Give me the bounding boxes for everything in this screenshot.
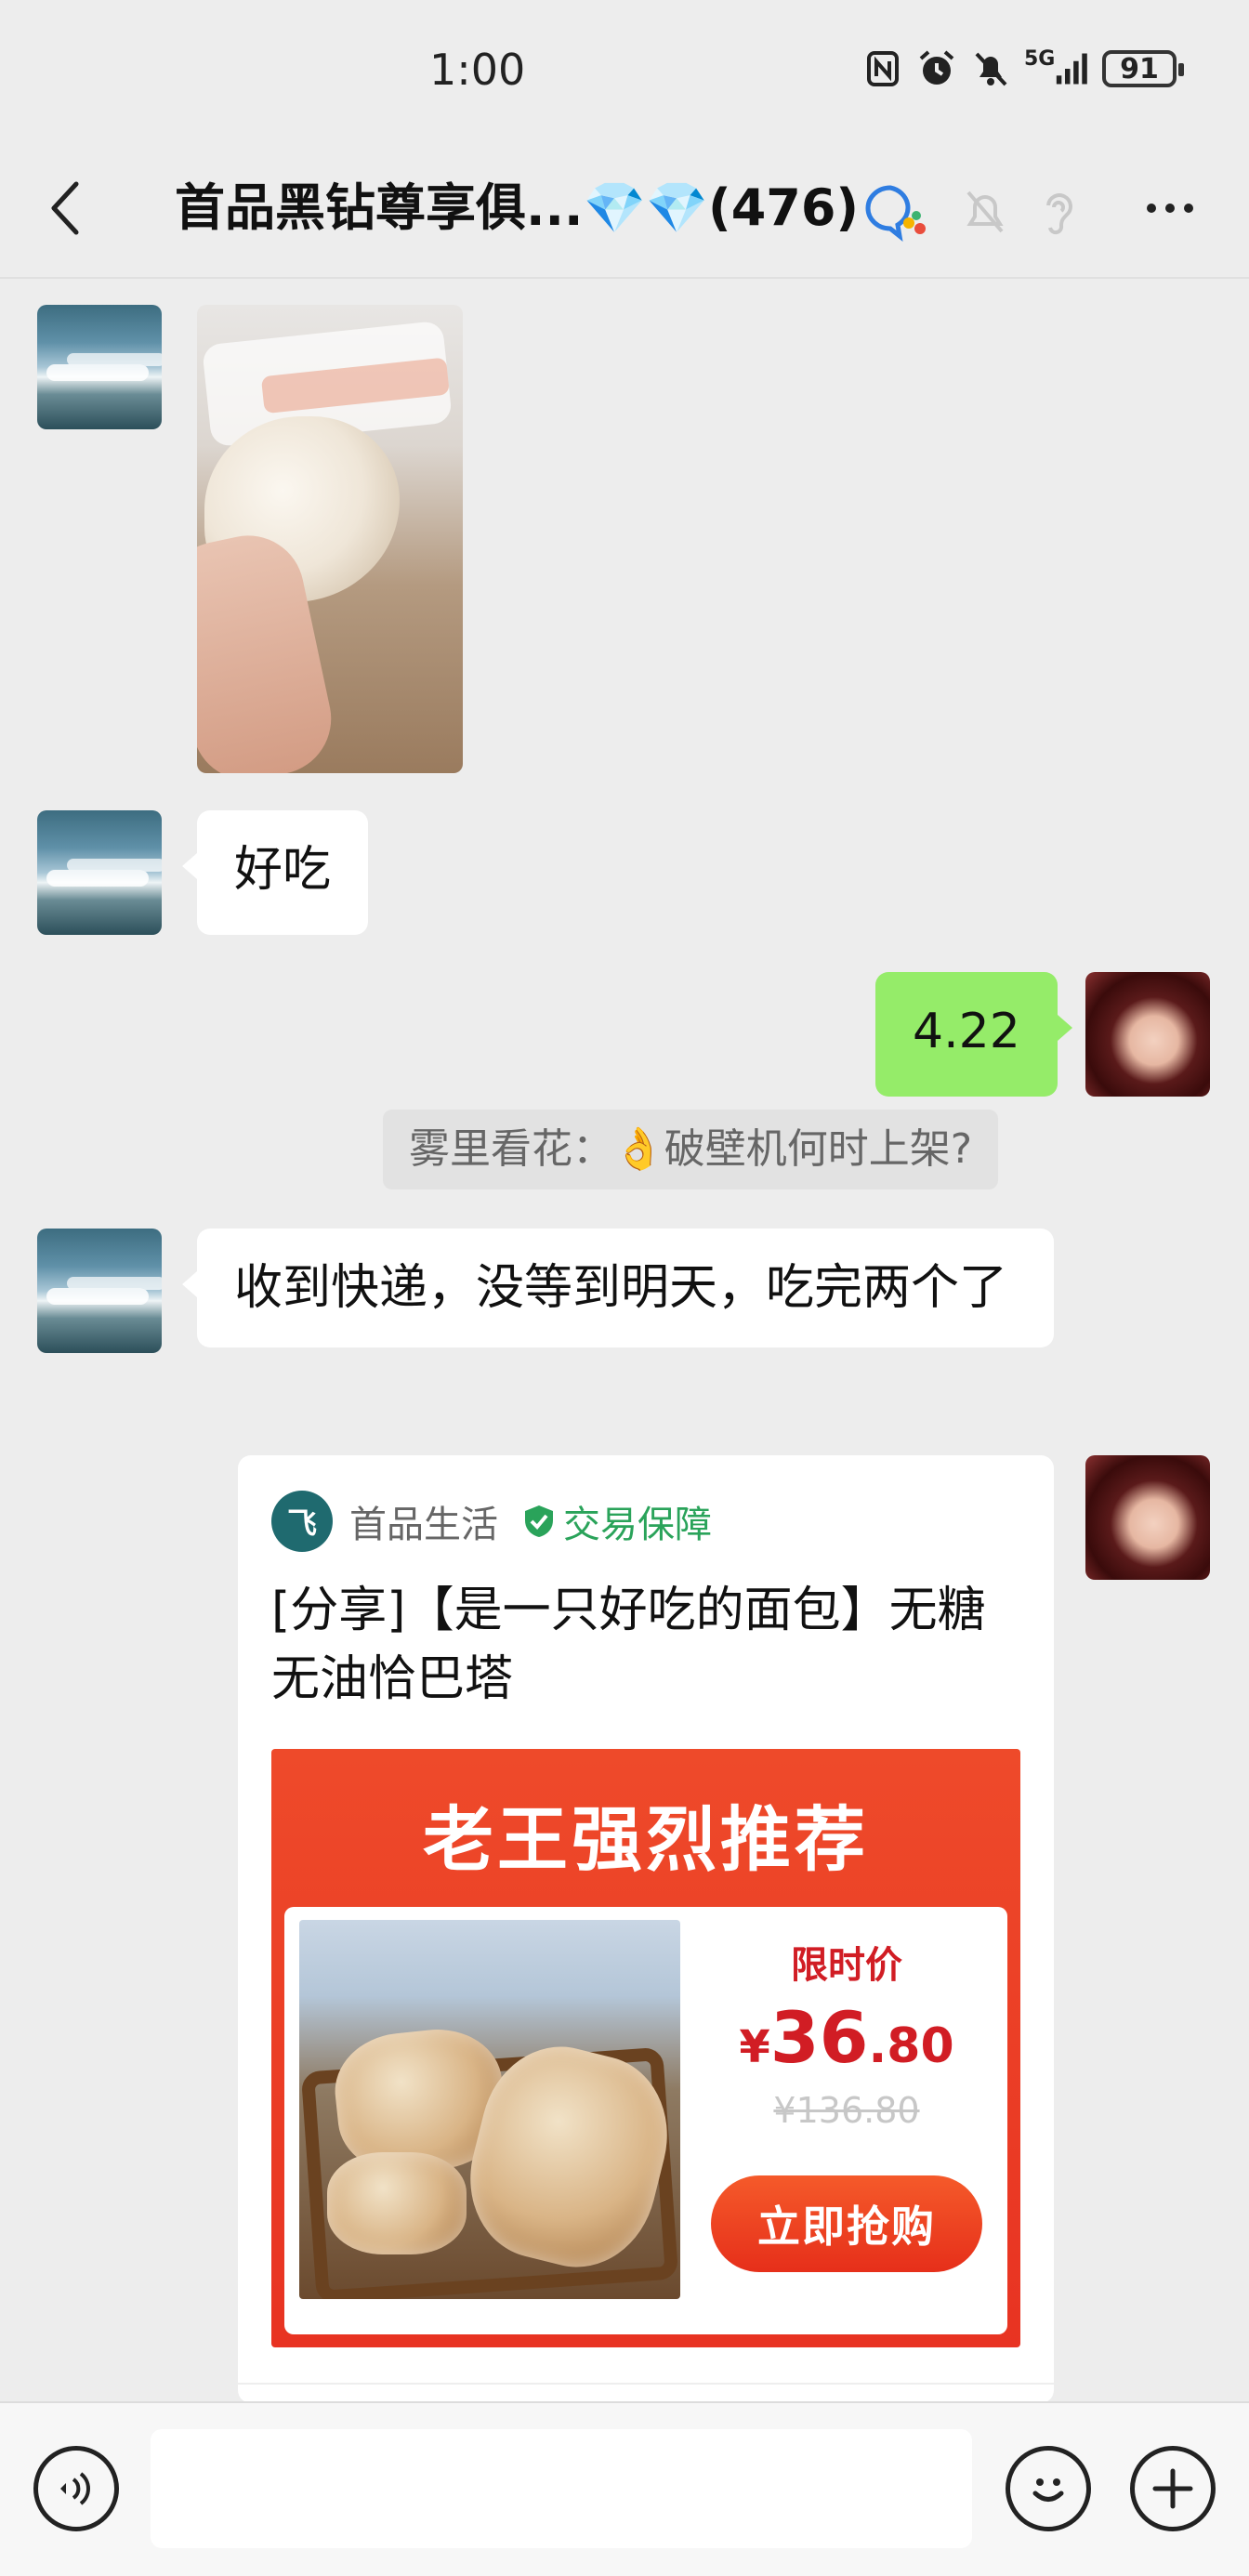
emoji-button[interactable] [1006,2446,1091,2531]
shield-check-icon [525,1505,553,1537]
card-divider [238,2383,1054,2385]
avatar-self[interactable] [1085,972,1210,1097]
mute-bell-icon [966,191,1004,233]
chat-header: 首品黑钻尊享俱...💎💎(476) [0,139,1249,279]
price-currency: ¥ [739,2021,770,2073]
status-time: 1:00 [429,45,526,95]
back-arrow-icon [51,181,79,235]
input-bar [0,2401,1249,2576]
limited-price-label: 限时价 [791,1944,902,1987]
avatar-member[interactable] [37,305,162,429]
product-image [299,1920,680,2299]
price-column: 限时价 ¥36.80 ¥136.80 立即抢购 [693,1925,1000,2272]
voice-icon [60,2472,90,2505]
card-source: 飞 首品生活 交易保障 [271,1491,712,1552]
member-count: (476) [708,178,860,237]
status-bar: 1:00 5G 91 [0,0,1249,139]
avatar-member[interactable] [37,810,162,935]
nfc-icon [862,48,903,89]
chat-title[interactable]: 首品黑钻尊享俱...💎💎(476) [175,173,859,243]
current-price: ¥36.80 [693,1996,1000,2079]
message-bubble[interactable]: 好吃 [181,810,369,935]
message-input[interactable] [151,2429,972,2548]
price-decimal: .80 [868,2018,954,2074]
image-message[interactable] [197,305,463,773]
title-icons [862,182,1076,242]
group-name: 首品黑钻尊享俱... [175,178,584,237]
avatar-member[interactable] [37,1229,162,1353]
promo-heading: 老王强烈推荐 [423,1798,869,1881]
earpiece-icon [1046,193,1072,235]
plus-icon [1152,2468,1193,2509]
quoted-message[interactable]: 雾里看花：👌破壁机何时上架? [383,1110,999,1189]
more-actions-button[interactable] [1130,2446,1216,2531]
dot-icon [1165,204,1175,213]
message-bubble-self[interactable]: 4.22 [875,972,1072,1097]
promo-banner[interactable]: 老王强烈推荐 限时价 ¥36.80 ¥136.80 立即抢购 [271,1749,1020,2347]
bread-loaf [327,2152,467,2254]
trade-guarantee-badge: 交易保障 [522,1494,712,1548]
shop-logo-icon: 飞 [271,1491,333,1552]
original-price: ¥136.80 [773,2090,920,2131]
alarm-icon [916,48,957,89]
signal-icon: 5G [1024,48,1089,89]
smiley-icon [1032,2478,1064,2502]
battery-indicator: 91 [1102,50,1184,87]
back-button[interactable] [37,173,93,243]
message-bubble[interactable]: 收到快递，没等到明天，吃完两个了 [182,1229,1054,1347]
network-type: 5G [1024,47,1056,71]
promo-panel: 限时价 ¥36.80 ¥136.80 立即抢购 [284,1907,1007,2334]
status-icons: 5G 91 [862,48,1184,89]
card-title: [分享]【是一只好吃的面包】无糖无油恰巴塔 [271,1583,986,1707]
avatar-self[interactable] [1085,1455,1210,1580]
price-integer: 36 [769,1996,869,2079]
guarantee-label: 交易保障 [563,1504,712,1546]
dot-icon [1184,204,1193,213]
shop-name: 首品生活 [349,1504,498,1546]
gem-emoji: 💎💎 [583,178,709,237]
voice-input-button[interactable] [33,2446,119,2531]
dot-icon [1147,204,1156,213]
buy-now-button[interactable]: 立即抢购 [711,2175,982,2272]
more-options-button[interactable] [1137,180,1203,236]
mini-program-card[interactable]: 飞 首品生活 交易保障 [分享]【是一只好吃的面包】无糖无油恰巴塔 老王强烈推荐… [238,1455,1054,2403]
mute-icon [970,48,1011,89]
chat-ai-icon[interactable] [862,182,931,242]
